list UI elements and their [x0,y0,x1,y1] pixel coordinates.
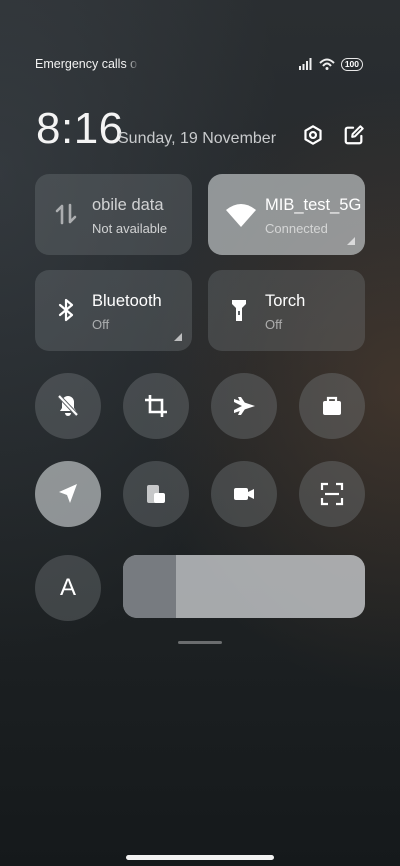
floating-window-icon [147,485,165,503]
tile-mobile-data-status: Not available [92,221,168,236]
tile-mobile-data-title: obile data [92,196,164,214]
bluetooth-icon [58,298,74,322]
auto-brightness-button[interactable]: A [35,555,101,621]
carrier-text: Emergency calls o [35,57,138,71]
signal-icon [298,58,312,70]
screenshot-crop-icon [145,395,167,417]
briefcase-icon [323,396,341,415]
toggle-airplane[interactable] [211,373,277,439]
tile-torch-title: Torch [265,292,306,310]
battery-icon: 100 [340,57,363,71]
gesture-nav-bar[interactable] [126,855,274,860]
wifi-icon [226,204,256,227]
tile-bluetooth-title: Bluetooth [92,292,162,310]
toggle-screenshot[interactable] [123,373,189,439]
tile-mobile-data[interactable]: obile data Not available [35,174,192,255]
status-bar: Emergency calls o 100 [35,52,363,76]
video-camera-icon [234,488,254,500]
hotspot-icon [319,58,335,70]
mobile-data-icon [55,203,77,225]
panel-drag-handle[interactable] [178,641,222,644]
tile-wifi-title: MIB_test_5G [265,196,361,214]
airplane-icon [234,397,255,415]
toggle-work[interactable] [299,373,365,439]
silent-icon [57,394,79,417]
scanner-icon [320,482,344,506]
tile-bluetooth-status: Off [92,317,110,332]
torch-icon [232,300,246,321]
expand-corner-icon[interactable] [347,237,355,245]
tile-bluetooth[interactable]: Bluetooth Off [35,270,192,351]
toggle-location[interactable] [35,461,101,527]
brightness-slider[interactable] [123,555,365,618]
toggle-screen-recorder[interactable] [211,461,277,527]
tile-wifi[interactable]: MIB_test_5G Connected [208,174,365,255]
clock-row: 8:16 Sunday, 19 November [36,104,365,154]
settings-icon[interactable] [302,124,324,146]
tile-wifi-status: Connected [265,221,328,236]
clock-time: 8:16 [36,104,124,153]
tile-torch[interactable]: Torch Off [208,270,365,351]
edit-icon[interactable] [343,124,365,146]
tile-torch-status: Off [265,317,283,332]
location-icon [59,484,77,503]
toggle-floating-window[interactable] [123,461,189,527]
toggle-scanner[interactable] [299,461,365,527]
clock-date: Sunday, 19 November [118,130,277,147]
expand-corner-icon[interactable] [174,333,182,341]
status-icons: 100 [298,57,363,71]
toggle-silent[interactable] [35,373,101,439]
brightness-level-fill [123,555,177,618]
